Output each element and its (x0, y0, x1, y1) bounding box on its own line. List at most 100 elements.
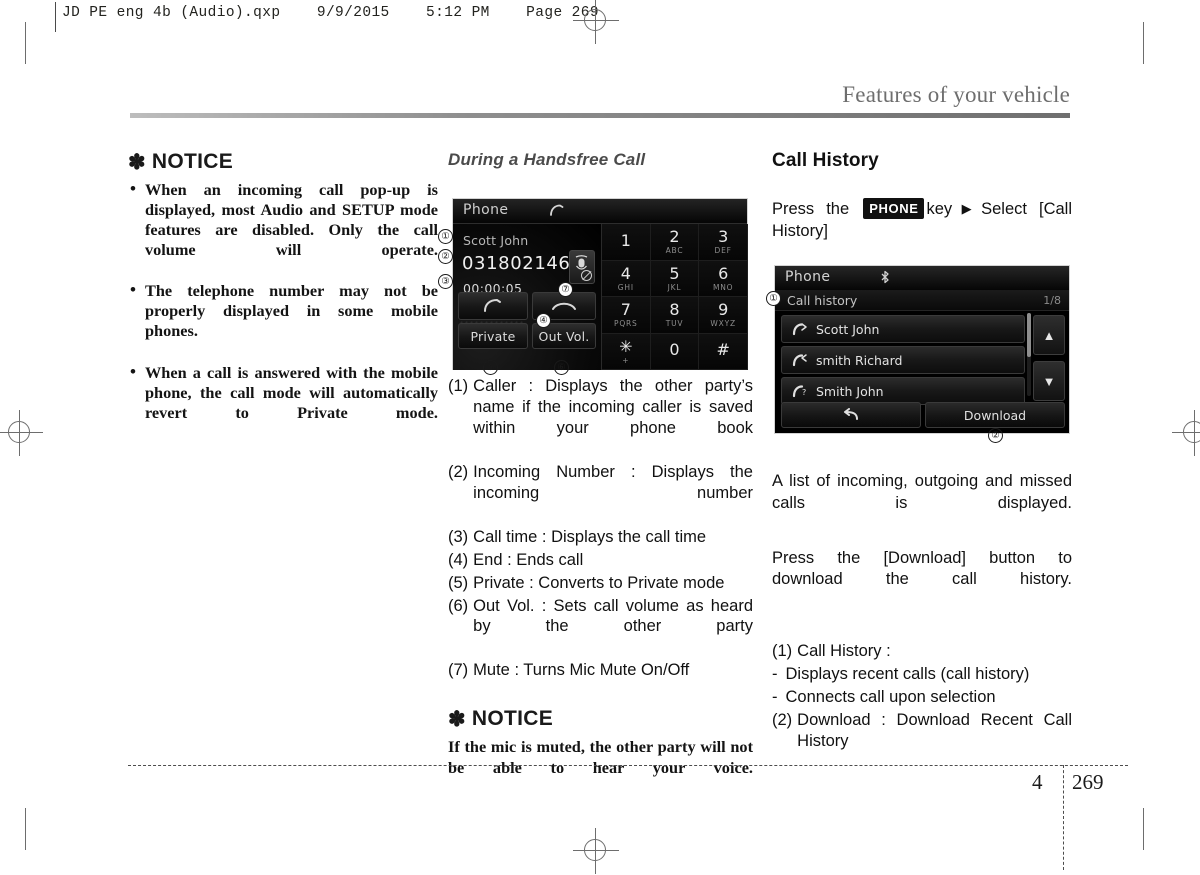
list-item: (4) End : Ends call (448, 550, 753, 571)
callout-marker-1: ① (438, 229, 453, 244)
item-text: Incoming Number : Displays the incoming … (473, 462, 753, 502)
list-item: (1) Caller : Displays the other party’s … (448, 376, 753, 460)
handsfree-definition-list: (1) Caller : Displays the other party’s … (448, 376, 753, 681)
key-digit: 5 (669, 263, 680, 283)
callout-marker-1: ① (766, 291, 781, 306)
caller-name: smith Richard (816, 352, 903, 368)
notice-heading-left: ✽ NOTICE (128, 150, 438, 174)
keypad-key-star[interactable]: ✳ + (602, 333, 651, 370)
call-history-row[interactable]: ? Smith John (781, 377, 1025, 405)
keypad-key-9[interactable]: 9 WXYZ (699, 297, 748, 334)
key-digit: 2 (669, 227, 680, 246)
list-item: • The telephone number may not be proper… (128, 280, 438, 361)
item-number: (1) (772, 641, 793, 660)
instruction-pre: Press the (772, 200, 850, 218)
keypad-key-3[interactable]: 3 DEF (699, 224, 748, 261)
list-item: • When an incoming call pop-up is displa… (128, 179, 438, 279)
item-text: End : Ends call (473, 550, 584, 569)
call-history-paragraph-1: A list of incoming, outgoing and missed … (772, 472, 1072, 513)
phone-key-badge[interactable]: PHONE (863, 198, 925, 220)
asterisk-icon: ✽ (128, 150, 146, 174)
call-history-row[interactable]: smith Richard (781, 346, 1025, 374)
list-item: (2) Download : Download Recent Call Hist… (772, 710, 1072, 773)
scroll-down-button[interactable]: ▼ (1033, 361, 1065, 401)
notice-title: NOTICE (471, 707, 554, 731)
screen-title-bar: Phone (775, 266, 1069, 290)
item-number: (1) (448, 377, 469, 395)
keypad-key-1[interactable]: 1 (602, 224, 651, 261)
call-history-definition-list-2: (2) Download : Download Recent Call Hist… (772, 710, 1072, 773)
key-letters: PQRS (614, 319, 638, 328)
section-heading-handsfree: During a Handsfree Call (448, 150, 646, 169)
key-digit: 0 (669, 340, 680, 360)
item-number: (6) (448, 596, 469, 615)
callout-marker-5: ⑤ (483, 360, 498, 375)
screen-title: Phone (785, 269, 831, 285)
call-info-panel: Scott John 03180214621 00:00:05 Private … (453, 224, 601, 370)
key-digit: # (716, 340, 730, 360)
call-history-screen: Phone Call history 1/8 Scott John smith … (774, 265, 1070, 434)
footer-divider (128, 765, 1128, 766)
asterisk-icon: ✽ (448, 707, 466, 731)
item-text: Download : Download Recent Call History (797, 710, 1072, 750)
bullet-icon: • (130, 361, 136, 381)
section-heading-call-history: Call History (772, 150, 879, 171)
keypad-key-2[interactable]: 2 ABC (650, 224, 700, 261)
keypad-key-8[interactable]: 8 TUV (650, 297, 700, 334)
bullet-icon: • (130, 280, 136, 300)
caller-name: Scott John (816, 321, 880, 337)
mic-mute-icon[interactable] (569, 250, 595, 284)
key-digit: 6 (718, 263, 729, 283)
footer-vertical-divider (1063, 765, 1064, 870)
call-history-row[interactable]: Scott John (781, 315, 1025, 343)
back-button[interactable] (781, 402, 921, 428)
list-scrollbar[interactable] (1027, 313, 1031, 396)
answer-call-button[interactable] (458, 292, 528, 320)
keypad-key-5[interactable]: 5 JKL (650, 260, 700, 297)
scroll-up-button[interactable]: ▲ (1033, 315, 1065, 355)
notice-item-text: When an incoming call pop-up is displaye… (145, 180, 438, 259)
notice-text-middle: If the mic is muted, the other party wil… (448, 737, 753, 777)
download-button[interactable]: Download (925, 402, 1065, 428)
key-letters: JKL (667, 282, 682, 292)
item-number: (2) (772, 710, 793, 729)
caller-name: Scott John (463, 233, 529, 248)
list-item: (2) Incoming Number : Displays the incom… (448, 462, 753, 525)
callout-marker-2: ② (988, 428, 1003, 443)
left-column: ✽ NOTICE • When an incoming call pop-up … (128, 150, 438, 444)
screen-title-bar: Phone (453, 199, 747, 224)
key-letters: WXYZ (710, 319, 736, 328)
item-text: Private : Converts to Private mode (473, 573, 725, 592)
keypad-key-hash[interactable]: # (699, 333, 748, 370)
header-rule (55, 2, 56, 32)
sub-item-text: Connects call upon selection (785, 687, 996, 706)
bullet-icon: • (130, 179, 136, 198)
call-history-sub-list: - Displays recent calls (call history) -… (772, 664, 1072, 708)
call-history-definition-list: (1) Call History : (772, 641, 1072, 662)
item-text: Out Vol. : Sets call volume as heard by … (473, 596, 753, 636)
callout-marker-3: ③ (438, 274, 453, 289)
item-number: (4) (448, 550, 469, 569)
call-history-paragraph-2: Press the [Download] button to download … (772, 548, 1072, 589)
private-button[interactable]: Private (458, 323, 528, 349)
crop-mark-br-v (1143, 808, 1144, 850)
scrollbar-thumb[interactable] (1027, 313, 1031, 357)
registration-mark-right (1172, 410, 1200, 456)
keypad-key-6[interactable]: 6 MNO (699, 260, 748, 297)
key-digit: ✳ (619, 336, 633, 356)
key-digit: 9 (718, 300, 729, 319)
item-number: (2) (448, 462, 469, 481)
list-item: - Connects call upon selection (772, 687, 1072, 708)
screen-subtitle: Call history (787, 293, 858, 308)
call-handset-icon (549, 204, 565, 222)
crop-mark-bl-v (25, 808, 26, 850)
notice-bullet-list: • When an incoming call pop-up is displa… (128, 179, 438, 442)
instruction-mid: key (926, 200, 953, 218)
list-item: - Displays recent calls (call history) (772, 664, 1072, 685)
keypad-key-4[interactable]: 4 GHI (602, 260, 651, 297)
key-digit: 8 (669, 300, 680, 319)
key-digit: 3 (718, 227, 729, 246)
instruction-text: Press the PHONE key ▶ Select [Call History] (772, 198, 1072, 264)
keypad-key-7[interactable]: 7 PQRS (602, 297, 651, 334)
keypad-key-0[interactable]: 0 (650, 333, 700, 370)
